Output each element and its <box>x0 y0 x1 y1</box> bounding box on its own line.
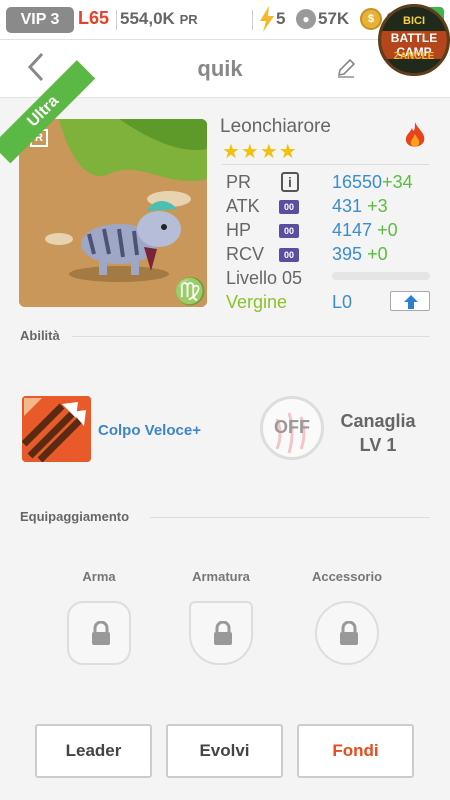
badge-line1: BICI <box>403 15 425 27</box>
leader-skill-level: LV 1 <box>359 435 397 455</box>
flame-icon <box>405 122 425 147</box>
vip-badge[interactable]: VIP 3 <box>6 7 74 33</box>
coin-icon: $ <box>360 8 382 30</box>
leader-skill-info: Canaglia LV 1 <box>330 409 426 457</box>
abilities-heading: Abilità <box>20 328 60 343</box>
slot-label-weapon: Arma <box>82 569 116 584</box>
event-badge[interactable]: BICI BATTLE CAMP ZANCLE <box>378 4 450 76</box>
pet-name: Leonchiarore <box>220 116 331 137</box>
stat-badge-icon: 00 <box>279 224 299 238</box>
skill-name[interactable]: Colpo Veloce+ <box>98 422 201 439</box>
info-icon[interactable]: i <box>281 172 299 192</box>
power-rating: 554,0K PR <box>120 9 198 29</box>
lock-icon <box>214 621 232 645</box>
accessory-slot[interactable] <box>315 601 379 665</box>
stat-number: 431 <box>332 196 363 216</box>
lock-icon <box>340 621 358 645</box>
slot-label-accessory: Accessorio <box>311 569 383 584</box>
stat-number: 395 <box>332 244 363 264</box>
merge-button[interactable]: Fondi <box>297 724 414 778</box>
stat-number: 4147 <box>332 220 373 240</box>
stat-label-pr: PR <box>226 172 252 192</box>
player-level: L65 <box>78 8 110 28</box>
badge-line3: ZANCLE <box>393 51 435 62</box>
leader-button[interactable]: Leader <box>35 724 152 778</box>
divider <box>150 517 430 518</box>
stat-label-hp: HP <box>226 220 252 240</box>
weapon-slot[interactable] <box>67 601 131 665</box>
up-arrow-icon <box>404 295 418 309</box>
virgo-icon: ♍ <box>174 276 207 306</box>
zodiac-name: Vergine <box>226 292 288 312</box>
stat-bonus: +0 <box>367 244 388 264</box>
lock-icon <box>92 621 110 645</box>
pencil-icon[interactable] <box>336 58 356 78</box>
skill-icon[interactable] <box>22 396 91 462</box>
stat-value-pr: 16550+34 <box>332 172 413 193</box>
stat-badge-icon: 00 <box>279 200 299 214</box>
divider <box>72 336 430 337</box>
lightning-icon <box>260 6 274 32</box>
evolve-button[interactable]: Evolvi <box>166 724 283 778</box>
food-count: 57K <box>318 9 350 28</box>
divider <box>222 164 430 165</box>
stat-value-hp: 4147 +0 <box>332 220 398 241</box>
stat-value-rcv: 395 +0 <box>332 244 388 265</box>
zodiac-upgrade-button[interactable] <box>390 291 430 311</box>
star-rating: ★★★★ <box>222 141 298 163</box>
leader-skill-status: OFF <box>274 417 310 437</box>
slot-label-armor: Armatura <box>192 569 250 584</box>
divider <box>252 10 253 30</box>
stat-bonus: +34 <box>382 172 413 192</box>
stamina-count: 5 <box>276 9 286 28</box>
paw-icon: ● <box>296 9 316 29</box>
leader-skill-name: Canaglia <box>340 411 416 431</box>
stat-bonus: +0 <box>377 220 398 240</box>
power-value: 554,0K <box>120 9 175 28</box>
stat-bonus: +3 <box>367 196 388 216</box>
armor-slot[interactable] <box>189 601 253 665</box>
zodiac-level: L0 <box>332 292 353 312</box>
power-unit: PR <box>179 12 198 27</box>
stat-number: 16550 <box>332 172 383 192</box>
level-label: Livello 05 <box>226 268 303 288</box>
stat-label-atk: ATK <box>226 196 260 216</box>
stat-label-rcv: RCV <box>226 244 265 264</box>
claw-strike-icon <box>22 396 91 462</box>
stat-value-atk: 431 +3 <box>332 196 388 217</box>
experience-bar <box>332 272 430 280</box>
stat-badge-icon: 00 <box>279 248 299 262</box>
equipment-heading: Equipaggiamento <box>20 509 130 524</box>
divider <box>116 10 117 30</box>
